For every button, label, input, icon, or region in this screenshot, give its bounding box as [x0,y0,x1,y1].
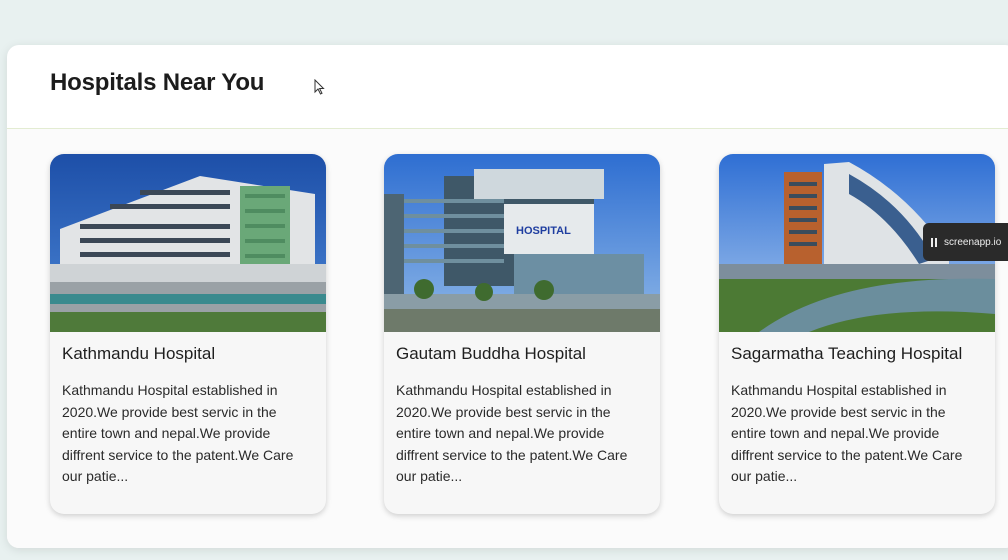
hospital-description: Kathmandu Hospital established in 2020.W… [396,382,628,484]
pause-icon[interactable] [931,237,937,247]
hospital-name: Gautam Buddha Hospital [396,344,586,363]
hospital-image [50,154,326,332]
hospital-card[interactable]: Kathmandu Hospital Kathmandu Hospital es… [50,154,326,514]
cards-area: Kathmandu Hospital Kathmandu Hospital es… [7,129,1008,548]
hospital-sign-text: HOSPITAL [516,225,571,237]
panel-header: Hospitals Near You [7,45,1008,129]
hospital-description: Kathmandu Hospital established in 2020.W… [731,382,963,484]
hospital-description: Kathmandu Hospital established in 2020.W… [62,382,294,484]
hospital-card[interactable]: HOSPITAL Gautam Buddha Hospital Kathmand… [384,154,660,514]
screen-recorder-badge[interactable]: screenapp.io [923,223,1008,261]
mouse-cursor-icon [314,79,325,95]
page-title: Hospitals Near You [50,69,265,96]
hospital-card[interactable]: Sagarmatha Teaching Hospital Kathmandu H… [719,154,995,514]
recorder-label: screenapp.io [944,236,1002,248]
hospitals-panel: Hospitals Near You Kathmandu Hospital Ka… [7,45,1008,548]
hospital-name: Sagarmatha Teaching Hospital [731,344,963,363]
hospital-name: Kathmandu Hospital [62,344,216,363]
hospital-image: HOSPITAL [384,154,660,332]
